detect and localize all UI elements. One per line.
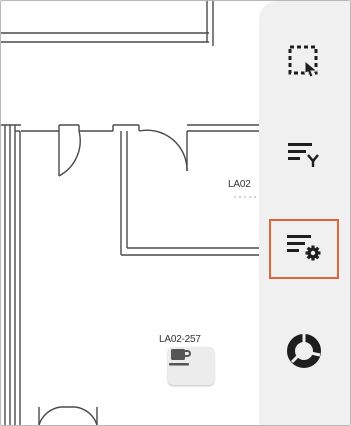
list-settings-icon bbox=[285, 232, 323, 267]
coffee-point-marker[interactable] bbox=[168, 347, 214, 385]
room-label: LA02-257 bbox=[159, 334, 201, 345]
room-label: LA02 bbox=[228, 179, 251, 190]
floor-plan-map[interactable]: LA02 LA02-257 bbox=[1, 1, 263, 425]
filter-list-icon bbox=[286, 140, 322, 175]
app-frame: LA02 LA02-257 bbox=[0, 0, 351, 426]
tool-sidebar bbox=[259, 1, 350, 425]
select-area-button[interactable] bbox=[269, 33, 339, 93]
donut-chart-icon bbox=[284, 331, 324, 376]
list-settings-button[interactable] bbox=[269, 219, 339, 279]
select-area-icon bbox=[286, 43, 322, 84]
floor-plan-walls bbox=[1, 1, 263, 425]
donut-chart-button[interactable] bbox=[269, 323, 339, 383]
filter-button[interactable] bbox=[269, 127, 339, 187]
